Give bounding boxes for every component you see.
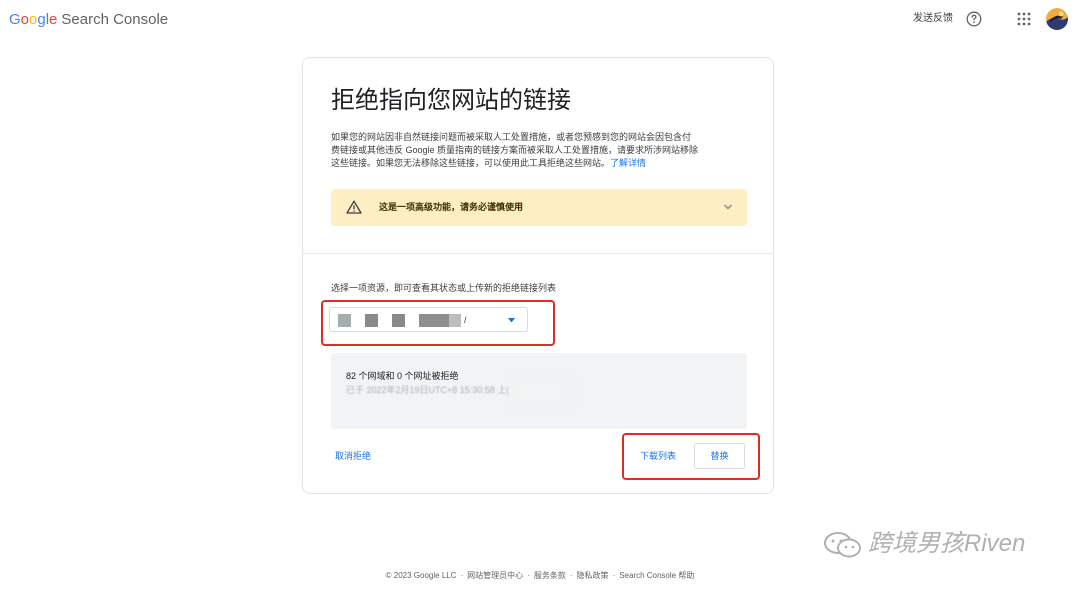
section-divider: [303, 253, 773, 254]
account-avatar[interactable]: [1046, 8, 1068, 30]
footer-webmaster-link[interactable]: 网站管理员中心: [467, 571, 523, 580]
annotation-highlight-actions: [622, 433, 760, 480]
description-line-3-text: 这些链接。如果您无法移除这些链接，可以使用此工具拒绝这些网站。: [331, 158, 611, 168]
chevron-down-icon[interactable]: [723, 203, 733, 211]
advanced-feature-warning[interactable]: 这是一项高级功能，请务必谨慎使用: [331, 189, 747, 226]
footer-privacy-link[interactable]: 隐私政策: [577, 571, 609, 580]
google-wordmark: Google: [9, 11, 58, 28]
apps-grid-icon[interactable]: [1017, 12, 1031, 26]
search-console-logo[interactable]: Google Search Console: [9, 10, 168, 30]
footer-copyright: © 2023 Google LLC: [385, 571, 457, 580]
footer-separator: ·: [612, 571, 616, 580]
learn-more-link[interactable]: 了解详情: [610, 158, 646, 168]
cancel-disavow-button[interactable]: 取消拒绝: [335, 450, 371, 463]
footer-separator: ·: [527, 571, 530, 580]
description-line-1: 如果您的网站因非自然链接问题而被采取人工处置措施，或者您预感到您的网站会因包含付: [331, 132, 692, 142]
warning-triangle-icon: [346, 200, 362, 214]
page-title: 拒绝指向您网站的链接: [331, 87, 571, 114]
description-line-2: 费链接或其他违反 Google 质量指南的链接方案而被采取人工处置措施，请要求所…: [331, 145, 699, 155]
annotation-highlight-resource: [321, 300, 555, 346]
disavow-status-panel: 82 个网域和 0 个网址被拒绝 已于 2022年2月19日UTC+8 15:3…: [331, 353, 747, 429]
footer-help-link[interactable]: Search Console 帮助: [619, 571, 694, 580]
disavow-links-card: 拒绝指向您网站的链接 如果您的网站因非自然链接问题而被采取人工处置措施，或者您预…: [302, 57, 774, 494]
description-line-3: 这些链接。如果您无法移除这些链接，可以使用此工具拒绝这些网站。了解详情: [331, 157, 731, 170]
warning-text: 这是一项高级功能，请务必谨慎使用: [379, 202, 524, 212]
top-app-bar: Google Search Console 发送反馈: [0, 0, 1080, 40]
page-footer: © 2023 Google LLC · 网站管理员中心 · 服务条款 · 隐私政策 · Sear…: [0, 570, 1080, 582]
resource-select-label: 选择一项资源，即可查看其状态或上传新的拒绝链接列表: [331, 283, 557, 293]
wechat-logo-icon: [824, 532, 861, 558]
page-description: 如果您的网站因非自然链接问题而被采取人工处置措施，或者您预感到您的网站会因包含付…: [331, 131, 731, 170]
footer-terms-link[interactable]: 服务条款: [534, 571, 566, 580]
upload-date: 已于 2022年2月19日UTC+8 15:30:58 上(: [346, 385, 510, 395]
product-name: Search Console: [61, 11, 169, 28]
footer-separator: ·: [569, 571, 573, 580]
help-circle-icon[interactable]: [966, 11, 982, 27]
redaction-blur: [511, 377, 571, 407]
watermark-text: 跨境男孩Riven: [868, 530, 1026, 557]
send-feedback-button[interactable]: 发送反馈: [913, 11, 953, 27]
footer-separator: ·: [460, 571, 464, 580]
disavowed-count: 82 个网域和 0 个网址被拒绝: [346, 371, 459, 381]
